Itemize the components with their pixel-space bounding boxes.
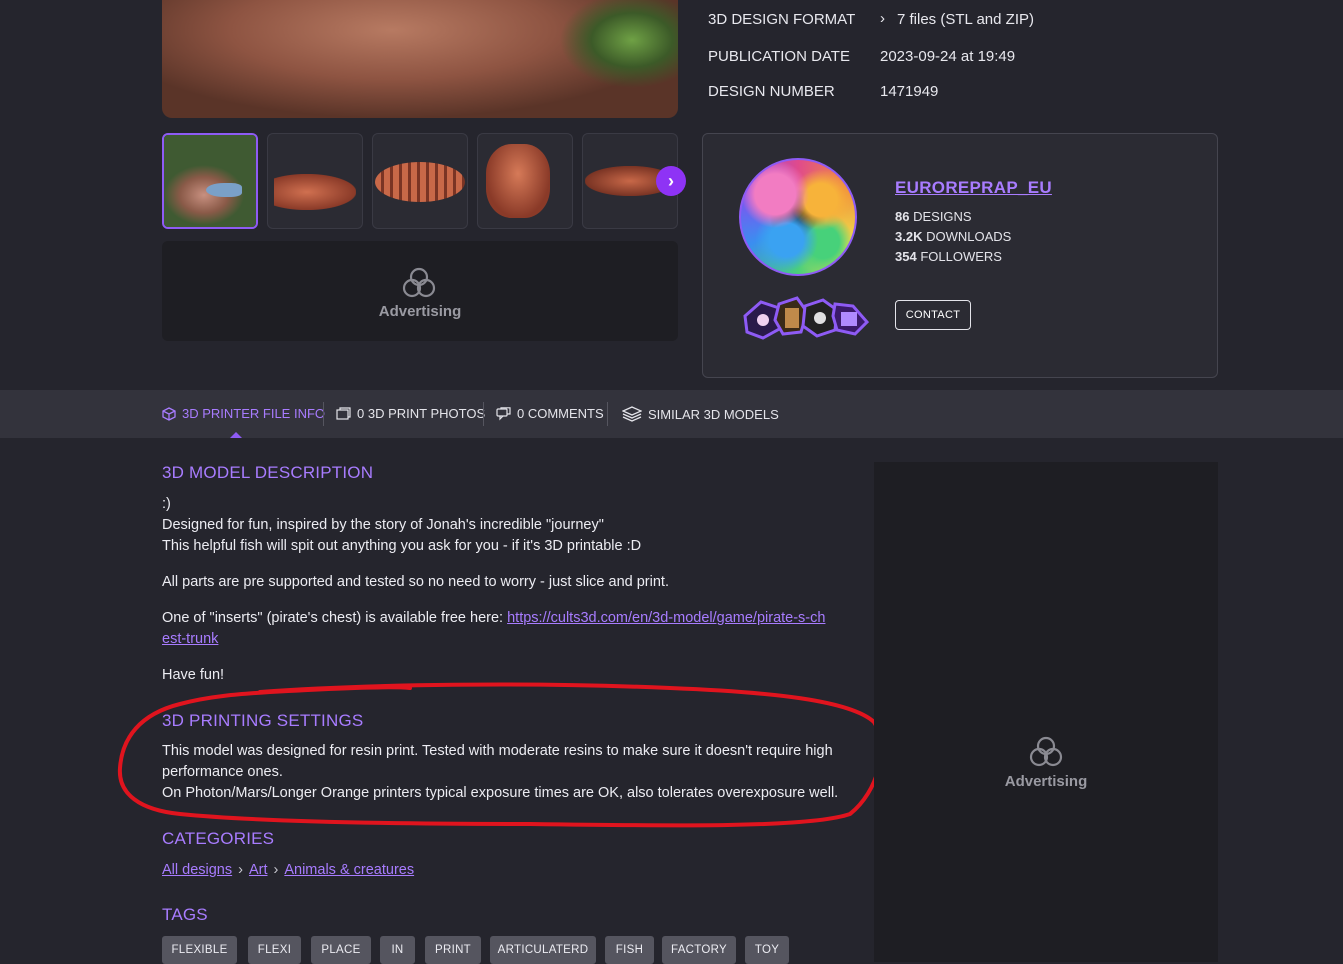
description-line: All parts are pre supported and tested s…	[162, 574, 669, 590]
description-line: :)	[162, 496, 171, 512]
spec-label-format: 3D DESIGN FORMAT	[708, 11, 856, 28]
active-tab-indicator	[230, 432, 242, 438]
cube-icon	[162, 406, 176, 421]
category-link-all-designs[interactable]: All designs	[162, 862, 232, 878]
category-link-animals[interactable]: Animals & creatures	[284, 862, 414, 878]
spec-value-number: 1471949	[880, 83, 939, 100]
printing-settings-title: 3D PRINTING SETTINGS	[162, 711, 364, 730]
tag-in[interactable]: IN	[380, 936, 415, 964]
advertising-logo-icon	[402, 267, 436, 298]
thumbnail-2[interactable]	[267, 133, 363, 229]
tab-3d-printer-file-info[interactable]: 3D PRINTER FILE INFO	[162, 406, 325, 421]
advertising-label: Advertising	[1004, 773, 1088, 790]
category-breadcrumb: All designs › Art › Animals & creatures	[162, 862, 414, 878]
advertising-banner: Advertising	[162, 241, 678, 341]
contact-button[interactable]: CONTACT	[895, 300, 971, 330]
chevron-right-icon: ›	[668, 171, 674, 191]
comments-icon	[496, 406, 511, 420]
category-separator: ›	[273, 862, 279, 878]
tag-factory[interactable]: FACTORY	[662, 936, 736, 964]
printing-line: This model was designed for resin print.…	[162, 743, 833, 780]
tag-place[interactable]: PLACE	[311, 936, 371, 964]
advertising-label: Advertising	[378, 303, 462, 320]
badge-icon-4	[831, 302, 870, 336]
description-body: :) Designed for fun, inspired by the sto…	[162, 494, 842, 686]
badge-icon-3	[801, 298, 839, 338]
tag-articulaterd[interactable]: ARTICULATERD	[490, 936, 596, 964]
main-product-image[interactable]	[162, 0, 678, 118]
thumbnail-strip: ›	[162, 133, 686, 229]
tab-similar-3d-models[interactable]: SIMILAR 3D MODELS	[622, 406, 779, 422]
tab-bar: 3D PRINTER FILE INFO 0 3D PRINT PHOTOS 0…	[0, 390, 1343, 438]
thumbnail-4[interactable]	[477, 133, 573, 229]
creator-card: EUROREPRAP_EU 86 DESIGNS 3.2K DOWNLOADS …	[702, 133, 1218, 378]
category-separator: ›	[238, 862, 243, 878]
tab-comments[interactable]: 0 COMMENTS	[496, 406, 604, 421]
tag-print[interactable]: PRINT	[425, 936, 481, 964]
downloads-count: 3.2K DOWNLOADS	[895, 229, 1012, 244]
spec-value-format[interactable]: 7 files (STL and ZIP)	[897, 11, 1034, 28]
description-line: Designed for fun, inspired by the story …	[162, 517, 604, 533]
chevron-right-icon[interactable]: ›	[880, 10, 885, 27]
spec-label-date: PUBLICATION DATE	[708, 48, 850, 65]
category-link-art[interactable]: Art	[249, 862, 268, 878]
advertising-logo-icon	[1029, 736, 1063, 767]
photos-icon	[336, 406, 351, 420]
categories-title: CATEGORIES	[162, 829, 275, 848]
thumbnail-3[interactable]	[372, 133, 468, 229]
layers-icon	[622, 406, 642, 422]
tag-flexible[interactable]: FLEXIBLE	[162, 936, 237, 964]
tag-flexi[interactable]: FLEXI	[248, 936, 301, 964]
description-line: One of "inserts" (pirate's chest) is ava…	[162, 610, 826, 647]
description-line: This helpful fish will spit out anything…	[162, 538, 642, 554]
advertising-sidebar: Advertising	[874, 462, 1218, 962]
designs-count: 86 DESIGNS	[895, 209, 972, 224]
tag-toy[interactable]: TOY	[745, 936, 789, 964]
tab-separator	[607, 402, 608, 426]
creator-name-link[interactable]: EUROREPRAP_EU	[895, 178, 1052, 198]
tags-title: TAGS	[162, 905, 208, 924]
badge-icon-2	[773, 296, 809, 336]
printing-settings-body: This model was designed for resin print.…	[162, 741, 852, 804]
tag-fish[interactable]: FISH	[605, 936, 654, 964]
thumbnail-1[interactable]	[162, 133, 258, 229]
printing-line: On Photon/Mars/Longer Orange printers ty…	[162, 785, 839, 801]
thumbnails-next-button[interactable]: ›	[656, 166, 686, 196]
tab-separator	[483, 402, 484, 426]
creator-badges	[743, 296, 870, 340]
spec-label-number: DESIGN NUMBER	[708, 83, 835, 100]
description-line: Have fun!	[162, 667, 225, 683]
spec-value-date: 2023-09-24 at 19:49	[880, 48, 1016, 65]
tab-print-photos[interactable]: 0 3D PRINT PHOTOS	[336, 406, 485, 421]
avatar[interactable]	[739, 158, 857, 276]
followers-count: 354 FOLLOWERS	[895, 249, 1002, 264]
description-title: 3D MODEL DESCRIPTION	[162, 463, 374, 482]
tab-separator	[323, 402, 324, 426]
